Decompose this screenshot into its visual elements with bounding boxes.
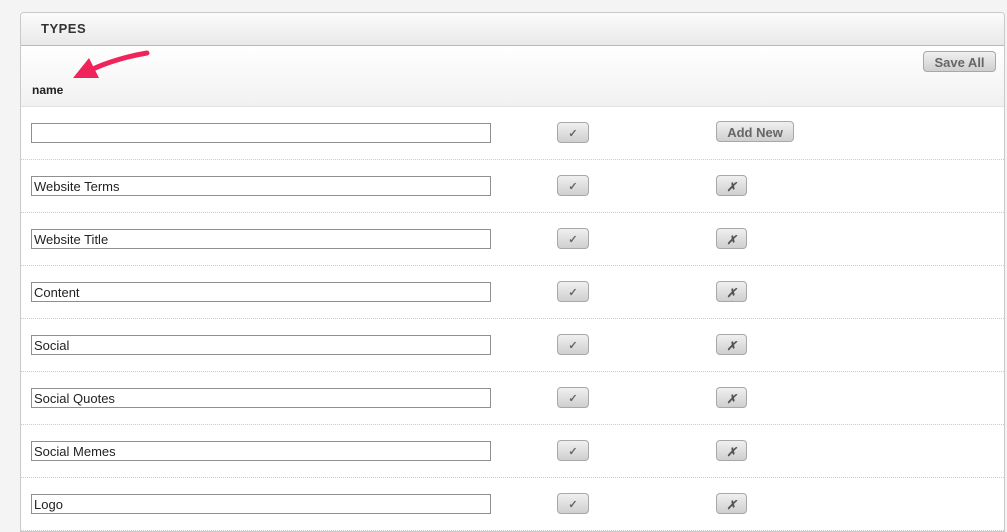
save-row-check-button[interactable]: ✓ bbox=[557, 440, 589, 461]
table-row: ✓ ✗ bbox=[21, 160, 1004, 213]
type-name-input[interactable] bbox=[31, 441, 491, 461]
save-row-check-button[interactable]: ✓ bbox=[557, 281, 589, 302]
table-row: ✓ ✗ bbox=[21, 425, 1004, 478]
delete-row-button[interactable]: ✗ bbox=[716, 334, 747, 355]
column-header-name: name bbox=[32, 83, 64, 97]
annotation-arrow-icon bbox=[73, 50, 150, 78]
save-row-check-button[interactable]: ✓ bbox=[557, 387, 589, 408]
delete-row-button[interactable]: ✗ bbox=[716, 440, 747, 461]
type-name-input[interactable] bbox=[31, 494, 491, 514]
column-header-bar: name Save All bbox=[21, 46, 1004, 107]
table-row: ✓ ✗ bbox=[21, 319, 1004, 372]
type-name-input[interactable] bbox=[31, 282, 491, 302]
table-row: ✓ ✗ bbox=[21, 266, 1004, 319]
delete-row-button[interactable]: ✗ bbox=[716, 493, 747, 514]
delete-row-button[interactable]: ✗ bbox=[716, 387, 747, 408]
new-type-input[interactable] bbox=[31, 123, 491, 143]
panel-header: TYPES bbox=[21, 13, 1004, 46]
delete-row-button[interactable]: ✗ bbox=[716, 281, 747, 302]
save-row-check-button[interactable]: ✓ bbox=[557, 493, 589, 514]
save-row-check-button[interactable]: ✓ bbox=[557, 334, 589, 355]
type-name-input[interactable] bbox=[31, 176, 491, 196]
save-all-button[interactable]: Save All bbox=[923, 51, 996, 72]
panel-title: TYPES bbox=[41, 21, 87, 36]
new-type-row: ✓ Add New bbox=[21, 107, 1004, 160]
types-panel: TYPES name Save All ✓ Add New ✓ ✗ ✓ ✗ ✓ … bbox=[20, 12, 1005, 532]
delete-row-button[interactable]: ✗ bbox=[716, 228, 747, 249]
type-name-input[interactable] bbox=[31, 335, 491, 355]
add-new-button[interactable]: Add New bbox=[716, 121, 794, 142]
table-row: ✓ ✗ bbox=[21, 213, 1004, 266]
save-row-check-button[interactable]: ✓ bbox=[557, 228, 589, 249]
table-row: ✓ ✗ bbox=[21, 478, 1004, 531]
delete-row-button[interactable]: ✗ bbox=[716, 175, 747, 196]
table-row: ✓ ✗ bbox=[21, 372, 1004, 425]
save-row-check-button[interactable]: ✓ bbox=[557, 175, 589, 196]
type-name-input[interactable] bbox=[31, 229, 491, 249]
type-name-input[interactable] bbox=[31, 388, 491, 408]
save-new-check-button[interactable]: ✓ bbox=[557, 122, 589, 143]
